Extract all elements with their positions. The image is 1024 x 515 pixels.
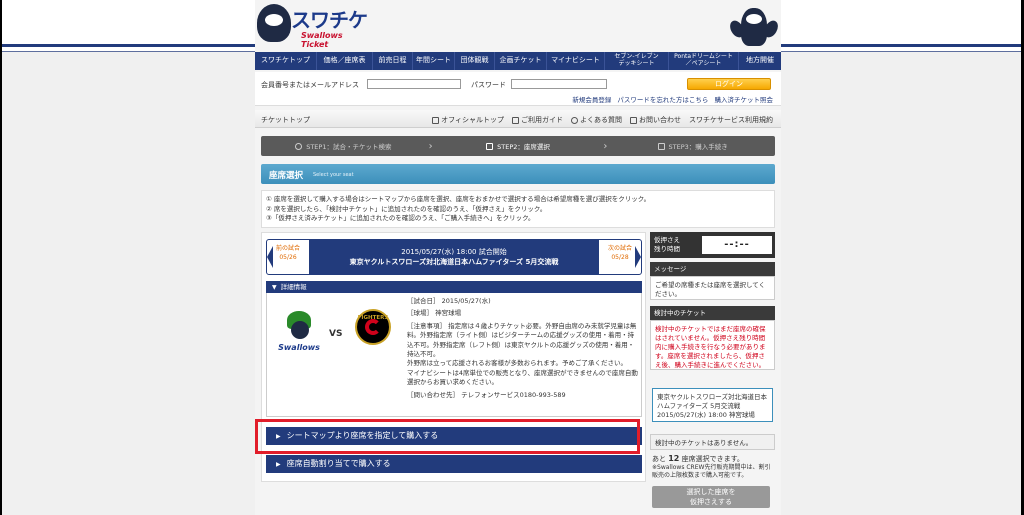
question-icon: [571, 116, 578, 124]
game-header: 前の試合 05/26 2015/05/27(水) 18:00 試合開始 東京ヤク…: [266, 239, 642, 275]
message-header: メッセージ: [650, 262, 775, 276]
hold-timer-box: 仮押さえ 残り時間 --:--: [650, 232, 775, 258]
triangle-right-icon: ▶: [276, 461, 281, 468]
contact-info: ［問い合わせ先］ テレフォンサービス0180-993-589: [407, 390, 566, 399]
password-input[interactable]: [511, 79, 607, 89]
vs-label: VS: [329, 329, 343, 339]
step-3: STEP3：購入手続き: [610, 136, 775, 156]
member-id-input[interactable]: [367, 79, 461, 89]
message-box: ご希望の席種または座席を選択してください。: [650, 276, 775, 300]
hold-timer: --:--: [702, 236, 772, 254]
contact-link[interactable]: お問い合わせ: [630, 115, 681, 125]
detail-text: ［試合日］ 2015/05/27(水) ［球場］ 神宮球場 ［注意事項］ 指定席…: [407, 297, 639, 403]
browser-viewport: スワチケ Swallows Ticket スワチケトップ 価格／座席表 前売日程…: [2, 0, 1021, 515]
password-label: パスワード: [471, 81, 506, 89]
guide-link[interactable]: ご利用ガイド: [512, 115, 563, 125]
utility-links: オフィシャルトップ ご利用ガイド よくある質問 お問い合わせ スワチケサービス利…: [432, 115, 773, 125]
notice-info: ［注意事項］ 指定席は４歳よりチケット必要。外野自由席のみ未就学児童は無料。外野…: [407, 321, 638, 387]
section-subtitle: Select your seat: [313, 172, 354, 178]
detail-toggle[interactable]: ▼ 詳細情報: [266, 281, 642, 293]
official-top-link[interactable]: オフィシャルトップ: [432, 115, 504, 125]
remaining-note: ※Swallows CREW先行販売期間中は、割引販売の上限枚数まで購入可能です…: [652, 464, 771, 479]
login-links: 新規会員登録 パスワードを忘れた方はこちら 購入済チケット照会: [568, 94, 773, 104]
login-bar: 会員番号またはメールアドレス パスワード ログイン 新規会員登録 パスワードを忘…: [255, 72, 781, 106]
member-id-label: 会員番号またはメールアドレス: [261, 81, 359, 89]
seatmap-purchase-button[interactable]: ▶ シートマップより座席を指定して購入する: [266, 427, 642, 445]
nav-item-ponta[interactable]: Pontaドリームシート ／ペアシート: [669, 52, 739, 70]
home-icon: [432, 116, 440, 124]
mascot-right-icon: [727, 4, 781, 48]
instruction-line: ① 座席を選択して購入する場合はシートマップから座席を選択、座席をおまかせで選択…: [266, 195, 651, 203]
nav-item-local[interactable]: 地方開催: [739, 52, 781, 70]
next-game-button[interactable]: 次の試合 05/28: [601, 244, 641, 270]
mail-icon: [630, 116, 637, 124]
chevron-right-icon: ›: [603, 140, 608, 152]
page-container: スワチケ Swallows Ticket スワチケトップ 価格／座席表 前売日程…: [255, 0, 781, 515]
game-matchup: 東京ヤクルトスワローズ対北海道日本ハムファイターズ 5月交流戦: [349, 258, 559, 266]
register-link[interactable]: 新規会員登録: [572, 96, 611, 104]
site-logo[interactable]: スワチケ Swallows Ticket: [255, 0, 370, 52]
arrow-right-icon: [635, 246, 641, 268]
document-icon: [657, 142, 665, 150]
header-stripe-left: [2, 44, 256, 47]
hold-timer-label: 仮押さえ 残り時間: [654, 236, 680, 253]
auto-assign-purchase-button[interactable]: ▶ 座席自動割り当てで購入する: [266, 455, 642, 473]
fighters-logo: FIGHTERS: [349, 309, 395, 355]
nav-item-annual[interactable]: 年間シート: [413, 52, 455, 70]
venue-info: ［球場］ 神宮球場: [407, 309, 462, 318]
pending-tickets-header: 検討中のチケット: [650, 306, 775, 320]
faq-link[interactable]: よくある質問: [571, 115, 622, 125]
detail-body: Swallows VS FIGHTERS ［試合日］ 2015/05/27(水)…: [266, 293, 642, 417]
step-indicator: STEP1：試合・チケット検索 › STEP2：座席選択 › STEP3：購入手…: [261, 136, 775, 156]
section-header: 座席選択 Select your seat: [261, 164, 775, 184]
main-nav: スワチケトップ 価格／座席表 前売日程 年間シート 団体観戦 企画チケット マイ…: [255, 52, 781, 70]
chevron-right-icon: ›: [428, 140, 433, 152]
purchased-ticket-link[interactable]: 購入済チケット照会: [715, 96, 774, 104]
triangle-down-icon: ▼: [272, 284, 277, 291]
nav-item-schedule[interactable]: 前売日程: [373, 52, 413, 70]
sub-nav: チケットトップ オフィシャルトップ ご利用ガイド よくある質問 お問い合わせ ス…: [255, 110, 781, 128]
section-title: 座席選択: [269, 171, 304, 181]
nav-item-price[interactable]: 価格／座席表: [317, 52, 373, 70]
nav-item-seven[interactable]: セブン-イレブン デッキシート: [605, 52, 669, 70]
list-icon: [486, 142, 494, 150]
no-pending-tickets: 検討中のチケットはありません。: [650, 434, 775, 450]
nav-item-top[interactable]: スワチケトップ: [255, 52, 317, 70]
hold-seats-button[interactable]: 選択した座席を 仮押さえする: [652, 486, 770, 508]
terms-link[interactable]: スワチケサービス利用規約: [689, 115, 773, 125]
game-panel: 前の試合 05/26 2015/05/27(水) 18:00 試合開始 東京ヤク…: [261, 232, 646, 482]
login-button[interactable]: ログイン: [687, 78, 771, 90]
mascot-logo-icon: [257, 4, 291, 42]
arrow-left-icon: [267, 246, 273, 268]
instructions-box: ① 座席を選択して購入する場合はシートマップから座席を選択、座席をおまかせで選択…: [261, 190, 775, 228]
pending-tickets-notice: 検討中のチケットではまだ座席の確保はされていません。仮押さえ残り時間内に購入手続…: [650, 320, 775, 370]
remaining-seats: あと 12 座席選択できます。 ※Swallows CREW先行販売期間中は、割…: [652, 454, 775, 480]
instruction-line: ② 席を選択したら、「検討中チケット」に追加されたのを確認のうえ、「仮押さえ」を…: [266, 204, 547, 213]
game-datetime: 2015/05/27(水) 18:00 試合開始: [401, 248, 507, 256]
game-date-info: ［試合日］ 2015/05/27(水): [407, 297, 491, 305]
game-title: 2015/05/27(水) 18:00 試合開始 東京ヤクルトスワローズ対北海道…: [309, 240, 599, 274]
remaining-count: 12: [668, 454, 680, 463]
step-2: STEP2：座席選択: [436, 136, 601, 156]
book-icon: [512, 116, 519, 124]
breadcrumb[interactable]: チケットトップ: [261, 115, 310, 125]
nav-item-mynavi[interactable]: マイナビシート: [547, 52, 605, 70]
nav-item-group[interactable]: 団体観戦: [455, 52, 495, 70]
search-icon: [295, 142, 303, 150]
forgot-password-link[interactable]: パスワードを忘れた方はこちら: [617, 96, 708, 104]
logo-main-text: スワチケ: [291, 8, 368, 32]
instruction-line: ③「仮押さえ済みチケット」に追加されたのを確認のうえ、「ご購入手続きへ」をクリッ…: [266, 214, 535, 222]
step-1: STEP1：試合・チケット検索: [261, 136, 426, 156]
nav-item-special[interactable]: 企画チケット: [495, 52, 547, 70]
logo-sub-text: Swallows Ticket: [301, 31, 343, 49]
pending-game-info: 東京ヤクルトスワローズ対北海道日本ハムファイターズ 5月交流戦 2015/05/…: [652, 388, 773, 422]
header-stripe-right: [777, 44, 1021, 47]
triangle-right-icon: ▶: [276, 433, 281, 440]
swallows-logo: Swallows: [277, 311, 321, 357]
prev-game-button[interactable]: 前の試合 05/26: [267, 244, 307, 270]
